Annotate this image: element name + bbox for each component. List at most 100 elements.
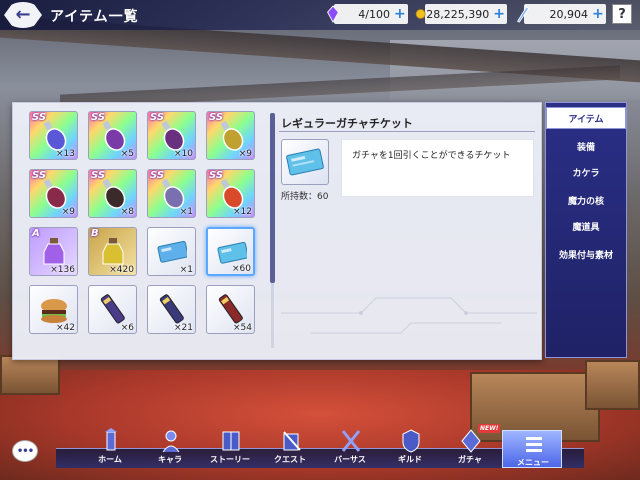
page-title: アイテム一覧	[50, 9, 139, 25]
tab-category[interactable]: 装備	[546, 135, 626, 157]
tab-category[interactable]: 効果付与素材	[546, 243, 626, 265]
potion-staff-icon	[43, 178, 67, 209]
item-quantity: ×21	[174, 323, 193, 333]
nav-item[interactable]: ガチャ NEW!	[440, 424, 501, 468]
item-rank-badge: SS	[91, 112, 106, 123]
nav-item[interactable]: バーサス	[320, 428, 380, 468]
item-list-panel: SS ×13 SS ×5 SS ×10 SS ×9 SS ×9 SS ×8 SS ×1 SS ×12 A ×136…	[12, 102, 542, 360]
detail-divider	[279, 131, 535, 132]
item-detail-title: レギュラーガチャチケット	[281, 117, 413, 130]
item-slot[interactable]: SS ×8	[88, 169, 137, 218]
item-quantity: ×136	[50, 265, 75, 275]
ticket-icon	[286, 148, 324, 176]
add-stamina-button[interactable]: +	[394, 6, 406, 22]
circuit-decoration	[281, 297, 537, 334]
nav-item[interactable]: キャラ	[140, 428, 200, 468]
tab-category[interactable]: アイテム	[546, 107, 626, 129]
item-slot[interactable]: SS ×9	[206, 111, 255, 160]
add-coin-button[interactable]: +	[493, 6, 505, 22]
item-quantity: ×1	[179, 265, 193, 275]
potion-orb-icon	[220, 120, 244, 151]
item-slot[interactable]: ×42	[29, 285, 78, 334]
potion-sword-icon	[161, 120, 185, 151]
gem-icon	[516, 6, 529, 23]
background-crate	[0, 355, 60, 395]
nav-item-label: バーサス	[334, 455, 366, 464]
item-quantity: ×420	[109, 265, 134, 275]
item-quantity: ×42	[56, 323, 75, 333]
item-slot[interactable]: ×21	[147, 285, 196, 334]
item-rank-badge: SS	[209, 112, 224, 123]
menu-icon	[526, 437, 542, 452]
tower-icon	[105, 428, 117, 451]
item-slot[interactable]: ×6	[88, 285, 137, 334]
item-slot[interactable]: ×54	[206, 285, 255, 334]
item-slot[interactable]: SS ×13	[29, 111, 78, 160]
coin-icon	[415, 9, 426, 19]
item-quantity: ×54	[233, 323, 252, 333]
item-rank-badge: SS	[32, 112, 47, 123]
bottom-navigation: ホーム キャラ ストーリー クエスト バーサス ギルド ガチャ NEW! メニュー	[40, 424, 600, 468]
item-slot[interactable]: SS ×1	[147, 169, 196, 218]
item-quantity: ×9	[61, 207, 75, 217]
book-icon	[222, 431, 240, 451]
back-arrow-icon: ←	[15, 4, 31, 25]
item-quantity: ×13	[56, 149, 75, 159]
nav-item[interactable]: ストーリー	[200, 428, 260, 468]
back-button[interactable]: ←	[4, 2, 42, 28]
item-slot[interactable]: B ×420	[88, 227, 137, 276]
item-slot[interactable]: ×1	[147, 227, 196, 276]
potion-red-icon	[220, 178, 244, 209]
character-icon	[162, 430, 180, 453]
background-crate	[585, 360, 640, 410]
tab-category[interactable]: 魔力の核	[546, 189, 626, 211]
item-detail-icon	[281, 139, 329, 185]
gem-counter: 20,904 +	[516, 4, 606, 24]
item-slot[interactable]: SS ×5	[88, 111, 137, 160]
item-grid[interactable]: SS ×13 SS ×5 SS ×10 SS ×9 SS ×9 SS ×8 SS ×1 SS ×12 A ×136…	[29, 111, 269, 349]
item-quantity: ×6	[120, 323, 134, 333]
potion-dark-icon	[102, 178, 126, 209]
crystal-icon	[327, 5, 339, 23]
item-slot[interactable]: SS ×9	[29, 169, 78, 218]
new-badge: NEW!	[478, 424, 501, 433]
item-quantity: ×5	[120, 149, 134, 159]
item-quantity: ×60	[232, 264, 251, 274]
potion-ring-icon	[43, 120, 67, 151]
tab-category[interactable]: 魔道具	[546, 215, 626, 237]
nav-item[interactable]: クエスト	[260, 428, 320, 468]
potion-silver-icon	[161, 178, 185, 209]
item-slot[interactable]: SS ×12	[206, 169, 255, 218]
coin-counter: 28,225,390 +	[415, 4, 507, 24]
nav-item-label: ストーリー	[210, 455, 250, 464]
item-quantity: ×12	[233, 207, 252, 217]
item-rank-badge: SS	[32, 170, 47, 181]
gem-value: 20,904	[549, 7, 589, 21]
category-tabs: アイテム装備カケラ魔力の核魔道具効果付与素材	[545, 102, 627, 358]
nav-item-label: メニュー	[517, 458, 549, 467]
item-rank-badge: SS	[91, 170, 106, 181]
tab-category[interactable]: カケラ	[546, 161, 626, 183]
item-quantity: ×1	[179, 207, 193, 217]
grid-scrollbar[interactable]	[270, 113, 275, 283]
item-description: ガチャを1回引くことができるチケット	[341, 139, 534, 197]
chat-bubble-icon: •••	[16, 445, 34, 457]
help-button[interactable]: ?	[612, 4, 632, 24]
item-rank-badge: SS	[209, 170, 224, 181]
item-rank-badge: B	[91, 228, 99, 239]
coin-value: 28,225,390	[426, 7, 490, 21]
nav-item[interactable]: メニュー	[502, 430, 562, 468]
nav-item-label: ガチャ	[458, 455, 482, 464]
item-quantity: ×10	[174, 149, 193, 159]
nav-item[interactable]: ホーム	[80, 428, 140, 468]
top-bar: ← アイテム一覧 4/100 + 28,225,390 + 20,904 + ?	[0, 0, 640, 30]
item-slot[interactable]: SS ×10	[147, 111, 196, 160]
item-rank-badge: SS	[150, 112, 165, 123]
chat-button[interactable]: •••	[12, 440, 38, 462]
item-owned-count: 所持数：60	[281, 192, 329, 202]
item-slot[interactable]: A ×136	[29, 227, 78, 276]
bottle-yellow-icon	[102, 238, 124, 265]
add-gem-button[interactable]: +	[592, 6, 604, 22]
item-slot[interactable]: ×60	[206, 227, 255, 276]
nav-item[interactable]: ギルド	[380, 428, 440, 468]
